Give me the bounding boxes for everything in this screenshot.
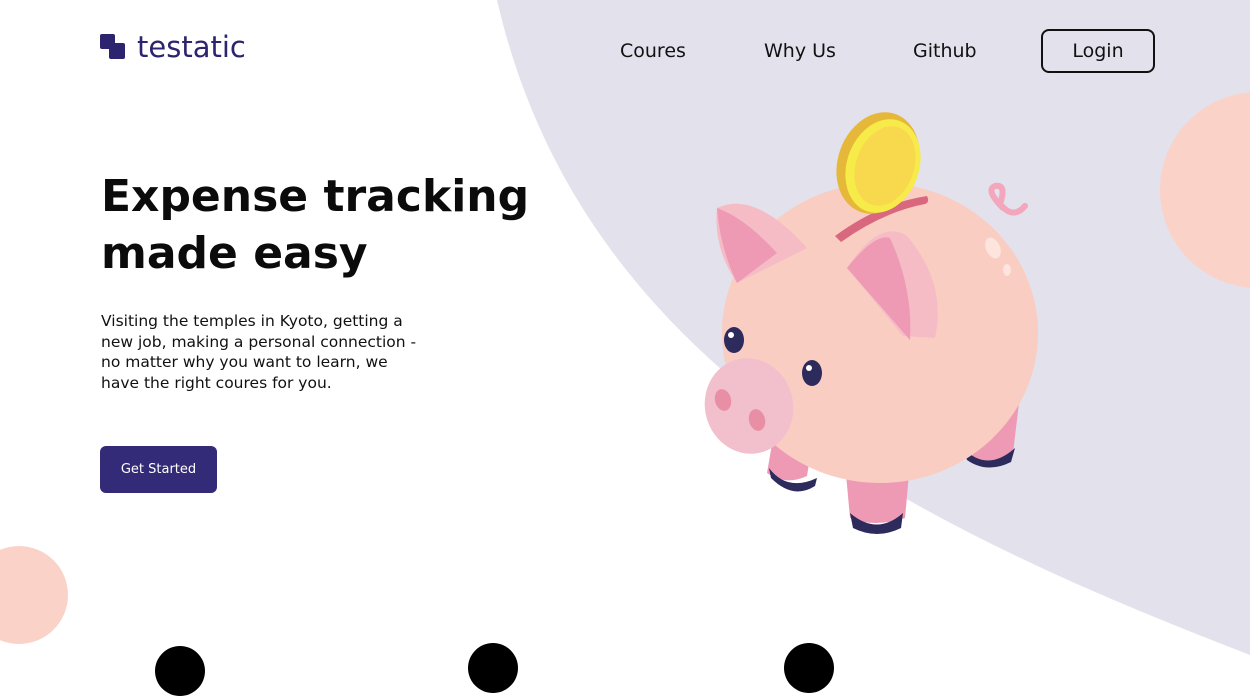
brand-logo[interactable]: testatic — [100, 30, 246, 64]
brand-name: testatic — [137, 30, 246, 64]
nav-link-why-us[interactable]: Why Us — [764, 40, 836, 62]
login-button[interactable]: Login — [1041, 29, 1155, 73]
black-dot-3 — [784, 643, 834, 693]
hero-title: Expense tracking made easy — [101, 168, 529, 282]
logo-squares-icon — [100, 34, 125, 59]
landing-page: testatic Coures Why Us Github Login Expe… — [0, 0, 1250, 700]
get-started-button[interactable]: Get Started — [100, 446, 217, 493]
black-dot-1 — [155, 646, 205, 696]
nav-link-courses[interactable]: Coures — [620, 40, 686, 62]
hero-title-line-2: made easy — [101, 228, 368, 279]
piggy-bank-illustration — [704, 112, 1038, 534]
hero-description: Visiting the temples in Kyoto, getting a… — [101, 312, 417, 392]
hero-title-line-1: Expense tracking — [101, 171, 530, 222]
nav-link-github[interactable]: Github — [913, 40, 977, 62]
black-dot-2 — [468, 643, 518, 693]
